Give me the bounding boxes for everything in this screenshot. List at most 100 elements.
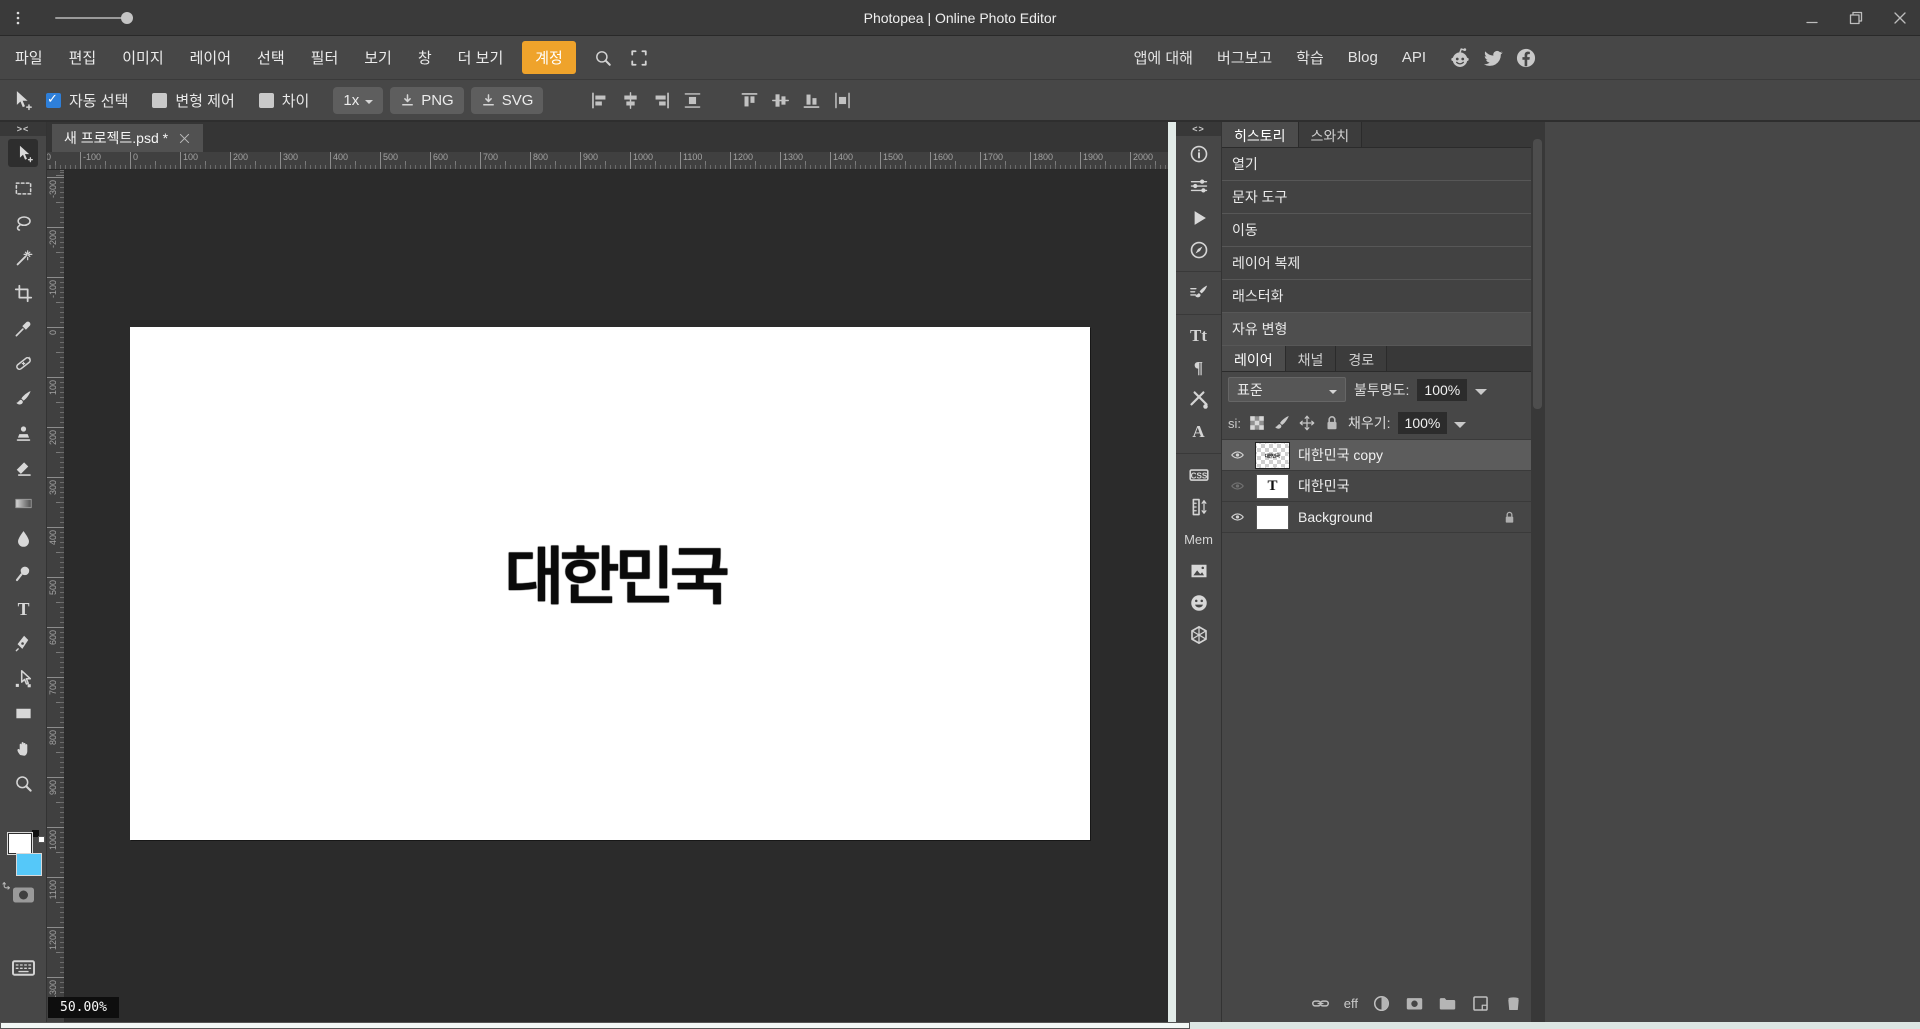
layer-effects-button[interactable]: eff [1344, 996, 1358, 1011]
eyedropper-tool[interactable] [8, 314, 38, 342]
history-item[interactable]: 문자 도구 [1222, 181, 1531, 214]
blend-mode-select[interactable]: 표준 [1228, 377, 1346, 402]
brush-small-icon[interactable] [1273, 414, 1291, 432]
half-circle-icon[interactable] [1372, 994, 1391, 1013]
collapse-left-handle[interactable]: >< [0, 122, 46, 136]
layer-row[interactable]: 대한민국 대한민국 copy [1222, 440, 1531, 471]
foreground-color-swatch[interactable] [7, 832, 33, 855]
eraser-tool[interactable] [8, 454, 38, 482]
checkbox-checked[interactable] [46, 91, 61, 108]
align-center-h-icon[interactable] [621, 91, 640, 110]
info-panel[interactable] [1185, 141, 1213, 167]
fill-value[interactable]: 100% [1397, 412, 1448, 434]
fullscreen-icon[interactable] [630, 49, 648, 67]
tab-히스토리[interactable]: 히스토리 [1222, 122, 1299, 147]
brush-tool[interactable] [8, 384, 38, 412]
menu-link[interactable]: 버그보고 [1205, 41, 1284, 74]
memory-panel[interactable]: Mem [1184, 526, 1213, 552]
image-panel[interactable] [1185, 558, 1213, 584]
history-item[interactable]: 자유 변형 [1222, 313, 1531, 346]
chain-icon[interactable] [1311, 994, 1330, 1013]
quick-mask-icon[interactable] [8, 883, 39, 907]
canvas-viewport[interactable]: 대한민국 [65, 170, 1168, 1022]
move-tool[interactable] [8, 139, 38, 167]
visibility-eye-icon[interactable] [1228, 479, 1247, 493]
export-png-button[interactable]: PNG [390, 86, 464, 114]
restore-icon[interactable] [1848, 10, 1864, 26]
align-middle-icon[interactable] [771, 91, 790, 110]
align-bottom-icon[interactable] [802, 91, 821, 110]
tab-close-icon[interactable] [178, 132, 191, 145]
menu-item[interactable]: 레이어 [177, 41, 244, 74]
folder-icon[interactable] [1438, 994, 1457, 1013]
marquee-select-tool[interactable] [8, 174, 38, 202]
rectangle-tool[interactable] [8, 699, 38, 727]
canvas-vertical-scrollbar[interactable] [1168, 122, 1176, 1022]
adjustments-panel[interactable] [1185, 173, 1213, 199]
reddit-icon[interactable] [1449, 47, 1471, 69]
zoom-preset-button[interactable]: 1x [333, 86, 384, 114]
menu-link[interactable]: API [1390, 43, 1438, 72]
menu-link[interactable]: 학습 [1284, 41, 1336, 74]
background-color-swatch[interactable] [16, 853, 42, 876]
menu-item[interactable]: 선택 [244, 41, 298, 74]
menu-item[interactable]: 파일 [2, 41, 56, 74]
checkbox-unchecked[interactable] [258, 92, 274, 108]
menu-item[interactable]: 보기 [351, 41, 405, 74]
zoom-status[interactable]: 50.00% [48, 997, 119, 1018]
panel-scrollbar[interactable] [1531, 136, 1544, 1022]
menu-item[interactable]: 필터 [298, 41, 352, 74]
facebook-icon[interactable] [1515, 47, 1537, 69]
emoji-panel[interactable] [1185, 590, 1213, 616]
three-d-panel[interactable] [1185, 622, 1213, 648]
minimize-icon[interactable] [1804, 10, 1820, 26]
layer-thumbnail[interactable]: 대한민국 [1255, 441, 1290, 469]
document-canvas[interactable]: 대한민국 [130, 327, 1090, 840]
mask-icon[interactable] [1405, 994, 1424, 1013]
visibility-eye-icon[interactable] [1228, 510, 1247, 524]
actions-panel[interactable] [1185, 205, 1213, 231]
menu-item[interactable]: 창 [405, 41, 445, 74]
lock-icon[interactable] [1323, 414, 1341, 432]
history-item[interactable]: 이동 [1222, 214, 1531, 247]
layer-thumbnail[interactable]: T [1256, 473, 1289, 499]
align-left-icon[interactable] [590, 91, 609, 110]
tool-presets-panel[interactable] [1185, 387, 1213, 413]
gradient-tool[interactable] [8, 489, 38, 517]
magic-wand-tool[interactable] [8, 244, 38, 272]
checkerboard-icon[interactable] [1248, 414, 1266, 432]
checkbox-unchecked[interactable] [152, 92, 168, 108]
zoom-tool[interactable] [8, 769, 38, 797]
css-panel[interactable]: CSS [1185, 462, 1213, 488]
history-brush-panel[interactable] [1185, 280, 1213, 306]
layer-thumbnail[interactable] [1256, 504, 1289, 530]
menu-link[interactable]: Blog [1336, 43, 1390, 72]
lasso-tool[interactable] [8, 209, 38, 237]
blur-tool[interactable] [8, 524, 38, 552]
distribute-v-icon[interactable] [833, 91, 852, 110]
paragraph-panel[interactable]: ¶ [1185, 355, 1213, 381]
hand-tool[interactable] [8, 734, 38, 762]
menu-item[interactable]: 이미지 [109, 41, 176, 74]
navigator-panel[interactable] [1185, 237, 1213, 263]
twitter-icon[interactable] [1482, 47, 1504, 69]
tab-레이어[interactable]: 레이어 [1222, 346, 1286, 371]
account-button[interactable]: 계정 [522, 41, 576, 74]
trash-icon[interactable] [1504, 994, 1523, 1013]
menu-link[interactable]: 앱에 대해 [1122, 41, 1205, 74]
glyphs-panel[interactable]: A [1185, 419, 1213, 445]
crop-tool[interactable] [8, 279, 38, 307]
tab-스와치[interactable]: 스와치 [1298, 122, 1363, 147]
dodge-tool[interactable] [8, 559, 38, 587]
history-item[interactable]: 열기 [1222, 148, 1531, 181]
layer-row[interactable]: Background [1222, 502, 1531, 533]
export-svg-button[interactable]: SVG [470, 86, 544, 114]
move-cross-icon[interactable] [1298, 414, 1316, 432]
close-icon[interactable] [1892, 10, 1908, 26]
opacity-value[interactable]: 100% [1417, 378, 1468, 401]
history-item[interactable]: 래스터화 [1222, 280, 1531, 313]
menu-item[interactable]: 편집 [56, 41, 110, 74]
history-item[interactable]: 레이어 복제 [1222, 247, 1531, 280]
pen-tool[interactable] [8, 629, 38, 657]
visibility-eye-icon[interactable] [1228, 448, 1247, 462]
